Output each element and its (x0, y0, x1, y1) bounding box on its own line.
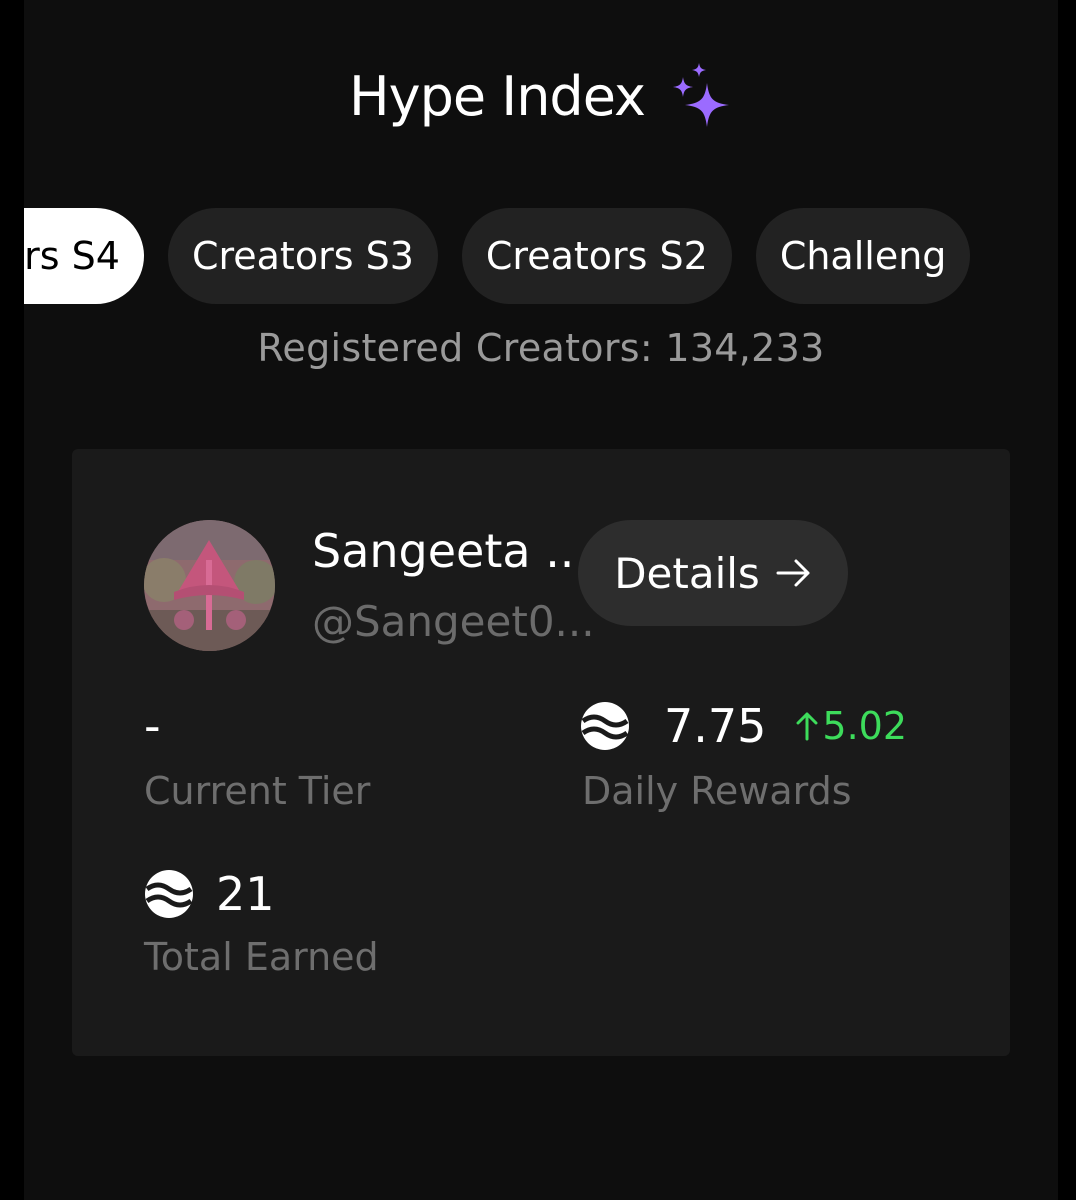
page-title: Hype Index (349, 64, 646, 128)
tab-challenge[interactable]: Challeng (755, 208, 971, 304)
tab-creators-s3[interactable]: Creators S3 (167, 208, 438, 304)
avatar[interactable] (144, 520, 275, 651)
tab-creators-s2[interactable]: Creators S2 (461, 208, 732, 304)
current-tier-value: - (144, 699, 161, 753)
daily-rewards-label: Daily Rewards (582, 769, 852, 813)
tab-creators-s4[interactable]: Creators S4 (24, 208, 144, 304)
sparkles-icon (672, 63, 729, 127)
details-button[interactable]: Details (578, 520, 848, 626)
details-label: Details (614, 548, 760, 598)
daily-rewards-delta: 5.02 (796, 704, 907, 748)
registered-creators-count: Registered Creators: 134,233 (257, 326, 825, 370)
current-tier-label: Current Tier (144, 769, 371, 813)
arrow-up-icon (796, 712, 818, 741)
coin-icon (145, 870, 193, 918)
total-earned-label: Total Earned (144, 935, 379, 979)
creator-name: Sangeeta .. (312, 524, 575, 578)
header: Hype Index (24, 48, 1058, 144)
total-earned-value: 21 (144, 867, 275, 921)
coin-icon (581, 702, 629, 750)
arrow-right-icon (776, 559, 810, 587)
daily-rewards-value: 7.75 5.02 (580, 699, 907, 753)
app-screen: Hype Index Creators S4 Creators S3 Creat… (24, 0, 1058, 1200)
creator-card: Sangeeta .. @Sangeet0... Details - Curre… (72, 449, 1010, 1056)
season-tabs: Creators S4 Creators S3 Creators S2 Chal… (24, 208, 971, 304)
creator-handle: @Sangeet0... (312, 597, 595, 646)
